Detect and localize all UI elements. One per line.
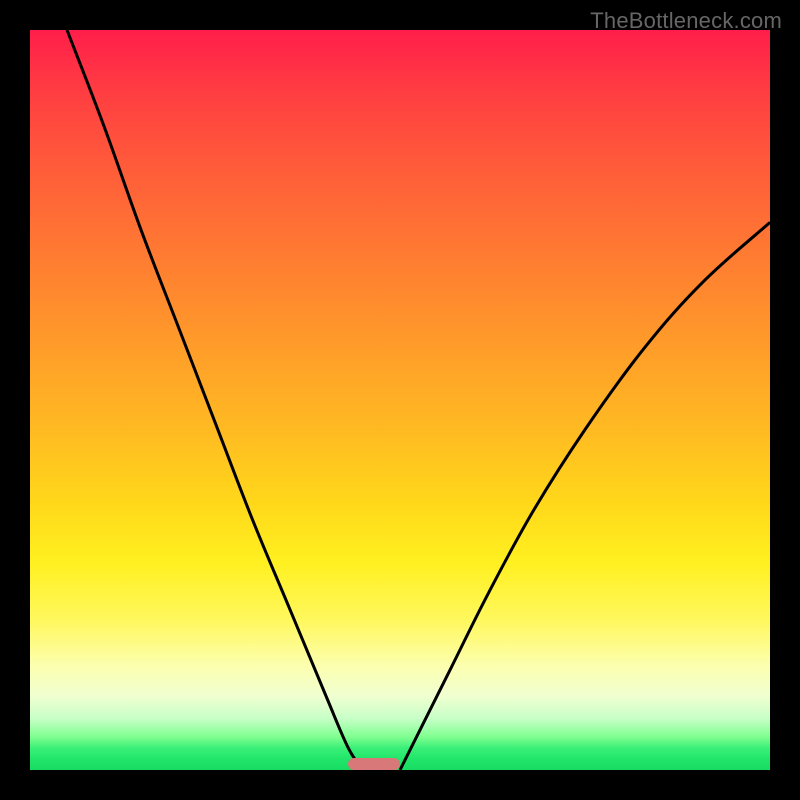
bottleneck-marker [348,758,400,770]
plot-area [30,30,770,770]
gradient-background [30,30,770,770]
watermark-text: TheBottleneck.com [590,8,782,34]
